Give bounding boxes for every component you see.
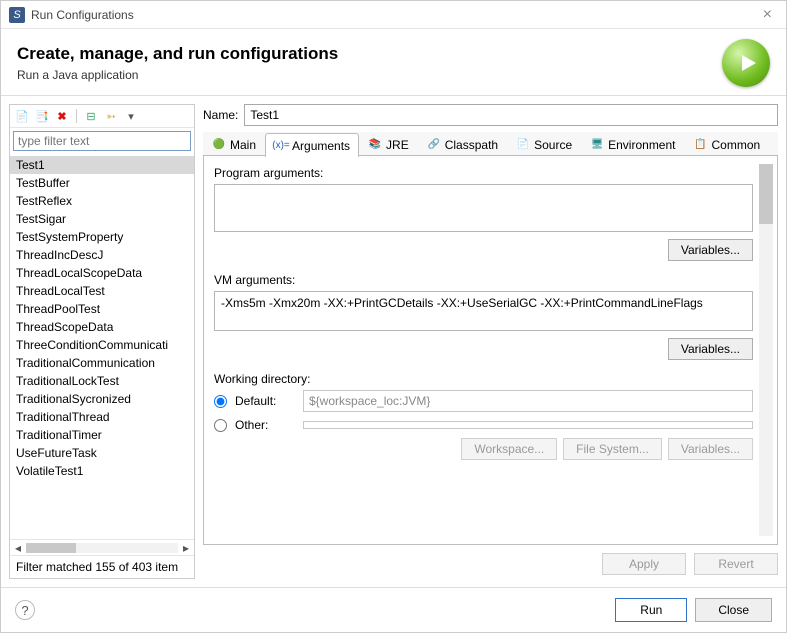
vm-variables-button[interactable]: Variables... xyxy=(668,338,753,360)
tab-arguments[interactable]: (x)= Arguments xyxy=(265,133,359,157)
config-list-item[interactable]: ThreadLocalTest xyxy=(10,282,194,300)
jre-tab-icon: 📚 xyxy=(368,138,382,152)
config-list-item[interactable]: TraditionalThread xyxy=(10,408,194,426)
config-list-item[interactable]: ThreeConditionCommunicati xyxy=(10,336,194,354)
config-list-item[interactable]: ThreadIncDescJ xyxy=(10,246,194,264)
run-button[interactable]: Run xyxy=(615,598,687,622)
other-path-field[interactable] xyxy=(303,421,753,429)
classpath-tab-icon: 🔗 xyxy=(427,138,441,152)
other-label: Other: xyxy=(235,418,295,432)
help-icon[interactable]: ? xyxy=(15,600,35,620)
tab-jre[interactable]: 📚 JRE xyxy=(359,132,418,156)
footer: ? Run Close xyxy=(1,587,786,632)
workdir-label: Working directory: xyxy=(214,372,753,386)
tab-label: Source xyxy=(534,138,572,152)
filesystem-button[interactable]: File System... xyxy=(563,438,662,460)
vm-args-input[interactable] xyxy=(214,291,753,331)
tabs: 🟢 Main (x)= Arguments 📚 JRE 🔗 Classpath 📄 Source 🖥… xyxy=(203,132,778,156)
dropdown-icon[interactable]: ▾ xyxy=(123,108,139,124)
default-path-field: ${workspace_loc:JVM} xyxy=(303,390,753,412)
new-config-icon[interactable]: 📄 xyxy=(14,108,30,124)
tab-label: Main xyxy=(230,138,256,152)
duplicate-icon[interactable]: 📑 xyxy=(34,108,50,124)
app-icon: S xyxy=(9,7,25,23)
h-scrollbar[interactable]: ◂▸ xyxy=(10,539,194,555)
main-tab-icon: 🟢 xyxy=(212,138,226,152)
config-list-item[interactable]: TraditionalTimer xyxy=(10,426,194,444)
delete-icon[interactable]: ✖ xyxy=(54,108,70,124)
default-label: Default: xyxy=(235,394,295,408)
other-radio[interactable] xyxy=(214,419,227,432)
config-list-item[interactable]: ThreadScopeData xyxy=(10,318,194,336)
close-icon[interactable]: × xyxy=(757,6,778,24)
tab-label: Classpath xyxy=(445,138,498,152)
dir-variables-button[interactable]: Variables... xyxy=(668,438,753,460)
tab-label: JRE xyxy=(386,138,409,152)
name-label: Name: xyxy=(203,108,238,122)
config-list-item[interactable]: VolatileTest1 xyxy=(10,462,194,480)
page-title: Create, manage, and run configurations xyxy=(17,44,722,64)
config-list-item[interactable]: TraditionalLockTest xyxy=(10,372,194,390)
tab-common[interactable]: 📋 Common xyxy=(685,132,770,156)
default-radio[interactable] xyxy=(214,395,227,408)
config-list-item[interactable]: ThreadPoolTest xyxy=(10,300,194,318)
common-tab-icon: 📋 xyxy=(694,138,708,152)
sidebar: 📄 📑 ✖ ⊟ ➳ ▾ Test1TestBufferTestReflexTes… xyxy=(9,104,195,579)
config-list[interactable]: Test1TestBufferTestReflexTestSigarTestSy… xyxy=(10,154,194,539)
tab-label: Common xyxy=(712,138,761,152)
run-hero-icon xyxy=(722,39,770,87)
page-subtitle: Run a Java application xyxy=(17,68,722,82)
editor-area: Name: 🟢 Main (x)= Arguments 📚 JRE 🔗 Classpath 📄 S… xyxy=(203,104,778,579)
name-input[interactable] xyxy=(244,104,778,126)
config-list-item[interactable]: TestSystemProperty xyxy=(10,228,194,246)
program-args-input[interactable] xyxy=(214,184,753,232)
collapse-icon[interactable]: ⊟ xyxy=(83,108,99,124)
window-title: Run Configurations xyxy=(31,8,134,22)
apply-button[interactable]: Apply xyxy=(602,553,686,575)
close-button[interactable]: Close xyxy=(695,598,772,622)
program-args-label: Program arguments: xyxy=(214,166,753,180)
workspace-button[interactable]: Workspace... xyxy=(461,438,557,460)
filter-status: Filter matched 155 of 403 item xyxy=(10,555,194,578)
config-list-item[interactable]: UseFutureTask xyxy=(10,444,194,462)
arguments-panel: Program arguments: Variables... VM argum… xyxy=(203,156,778,545)
arguments-tab-icon: (x)= xyxy=(274,139,288,153)
source-tab-icon: 📄 xyxy=(516,138,530,152)
filter-icon[interactable]: ➳ xyxy=(103,108,119,124)
tab-source[interactable]: 📄 Source xyxy=(507,132,581,156)
config-list-item[interactable]: Test1 xyxy=(10,156,194,174)
tab-main[interactable]: 🟢 Main xyxy=(203,132,265,156)
tab-classpath[interactable]: 🔗 Classpath xyxy=(418,132,507,156)
sidebar-toolbar: 📄 📑 ✖ ⊟ ➳ ▾ xyxy=(10,105,194,128)
titlebar: S Run Configurations × xyxy=(1,1,786,29)
config-list-item[interactable]: TestSigar xyxy=(10,210,194,228)
tab-label: Arguments xyxy=(292,139,350,153)
config-list-item[interactable]: ThreadLocalScopeData xyxy=(10,264,194,282)
v-scrollbar[interactable] xyxy=(759,164,773,536)
program-variables-button[interactable]: Variables... xyxy=(668,239,753,261)
filter-input[interactable] xyxy=(13,131,191,151)
header: Create, manage, and run configurations R… xyxy=(1,29,786,95)
vm-args-label: VM arguments: xyxy=(214,273,753,287)
revert-button[interactable]: Revert xyxy=(694,553,778,575)
config-list-item[interactable]: TestBuffer xyxy=(10,174,194,192)
config-list-item[interactable]: TraditionalSycronized xyxy=(10,390,194,408)
environment-tab-icon: 🖥 xyxy=(590,138,604,152)
tab-label: Environment xyxy=(608,138,675,152)
tab-environment[interactable]: 🖥 Environment xyxy=(581,132,684,156)
config-list-item[interactable]: TestReflex xyxy=(10,192,194,210)
config-list-item[interactable]: TraditionalCommunication xyxy=(10,354,194,372)
